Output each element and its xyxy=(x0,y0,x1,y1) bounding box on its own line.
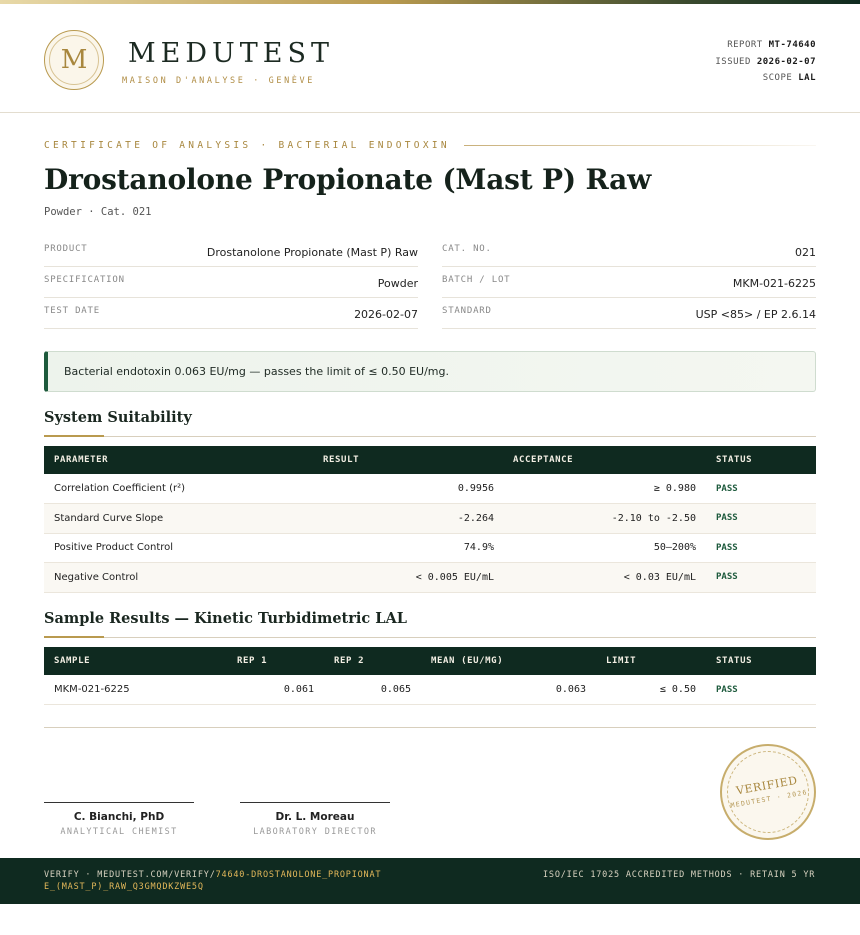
info-value: 2026-02-07 xyxy=(354,308,418,321)
info-row: CAT. NO. 021 xyxy=(442,236,816,267)
column-header: REP 2 xyxy=(324,647,421,675)
brand-logo: M xyxy=(44,30,104,90)
sample-id-cell: MKM-021-6225 xyxy=(44,675,227,705)
table-header-row: SAMPLE REP 1 REP 2 MEAN (EU/MG) LIMIT ST… xyxy=(44,647,816,675)
product-title: Drostanolone Propionate (Mast P) Raw xyxy=(44,163,652,196)
parameter-cell: Correlation Coefficient (r²) xyxy=(44,474,312,504)
suitability-title: System Suitability xyxy=(44,409,192,426)
column-header: MEAN (EU/MG) xyxy=(421,647,596,675)
info-label: STANDARD xyxy=(442,305,492,316)
column-header: PARAMETER xyxy=(44,446,312,474)
eyebrow-divider xyxy=(463,144,816,146)
product-subtitle: Powder · Cat. 021 xyxy=(44,206,152,218)
status-badge: PASS xyxy=(706,503,816,534)
info-value: USP <85> / EP 2.6.14 xyxy=(695,308,816,321)
result-cell: < 0.005 EU/mL xyxy=(312,562,504,593)
scope: SCOPE LAL xyxy=(762,73,816,83)
section-rule xyxy=(44,435,816,437)
acceptance-cell: ≥ 0.980 xyxy=(504,474,706,504)
signatory-name: C. Bianchi, PhD xyxy=(73,811,165,823)
seal-text: VERIFIED MEDUTEST · 2026 xyxy=(715,739,822,846)
result-cell: 0.9956 xyxy=(312,474,504,504)
acceptance-cell: < 0.03 EU/mL xyxy=(504,562,706,593)
info-label: CAT. NO. xyxy=(442,243,492,254)
info-label: BATCH / LOT xyxy=(442,274,511,285)
column-header: LIMIT xyxy=(596,647,706,675)
status-badge: PASS xyxy=(706,562,816,593)
result-banner: Bacterial endotoxin 0.063 EU/mg — passes… xyxy=(44,351,816,392)
column-header: STATUS xyxy=(706,446,816,474)
status-badge: PASS xyxy=(706,474,816,504)
info-row: PRODUCT Drostanolone Propionate (Mast P)… xyxy=(44,236,418,267)
column-header: RESULT xyxy=(312,446,504,474)
rep2-cell: 0.065 xyxy=(324,675,421,705)
status-badge: PASS xyxy=(706,675,816,705)
sample-results-table: SAMPLE REP 1 REP 2 MEAN (EU/MG) LIMIT ST… xyxy=(44,647,816,705)
info-value: Drostanolone Propionate (Mast P) Raw xyxy=(206,246,418,259)
verify-link[interactable]: VERIFY · MEDUTEST.COM/VERIFY/74640-DROST… xyxy=(44,869,384,893)
product-info-grid: PRODUCT Drostanolone Propionate (Mast P)… xyxy=(44,236,816,329)
status-badge: PASS xyxy=(706,533,816,563)
signature-divider xyxy=(44,727,816,728)
result-cell: 74.9% xyxy=(312,533,504,563)
table-row: Standard Curve Slope -2.264 -2.10 to -2.… xyxy=(44,503,816,534)
report-header: M MEDUTEST MAISON D'ANALYSE · GENÈVE REP… xyxy=(0,4,860,113)
info-row: STANDARD USP <85> / EP 2.6.14 xyxy=(442,298,816,329)
result-cell: -2.264 xyxy=(312,503,504,534)
verified-seal: VERIFIED MEDUTEST · 2026 xyxy=(720,744,816,840)
parameter-cell: Standard Curve Slope xyxy=(44,503,312,534)
limit-cell: ≤ 0.50 xyxy=(596,675,706,705)
brand-tagline: MAISON D'ANALYSE · GENÈVE xyxy=(122,76,315,86)
info-row: BATCH / LOT MKM-021-6225 xyxy=(442,267,816,298)
brand-name: MEDUTEST xyxy=(128,38,334,69)
signatory-role: LABORATORY DIRECTOR xyxy=(253,827,377,837)
signature-block-director: Dr. L. Moreau LABORATORY DIRECTOR xyxy=(240,802,390,837)
table-row: Correlation Coefficient (r²) 0.9956 ≥ 0.… xyxy=(44,474,816,504)
table-row: MKM-021-6225 0.061 0.065 0.063 ≤ 0.50 PA… xyxy=(44,675,816,705)
info-label: SPECIFICATION xyxy=(44,274,125,285)
column-header: STATUS xyxy=(706,647,816,675)
info-column-left: PRODUCT Drostanolone Propionate (Mast P)… xyxy=(44,236,418,329)
info-column-right: CAT. NO. 021 BATCH / LOT MKM-021-6225 ST… xyxy=(442,236,816,329)
signatory-name: Dr. L. Moreau xyxy=(275,811,355,823)
accreditation-note: ISO/IEC 17025 ACCREDITED METHODS · RETAI… xyxy=(543,870,816,880)
acceptance-cell: 50–200% xyxy=(504,533,706,563)
table-row: Negative Control < 0.005 EU/mL < 0.03 EU… xyxy=(44,562,816,593)
logo-monogram: M xyxy=(60,45,88,75)
table-row: Positive Product Control 74.9% 50–200% P… xyxy=(44,533,816,563)
info-row: SPECIFICATION Powder xyxy=(44,267,418,298)
info-row: TEST DATE 2026-02-07 xyxy=(44,298,418,329)
signatory-role: ANALYTICAL CHEMIST xyxy=(60,827,178,837)
info-value: MKM-021-6225 xyxy=(732,277,816,290)
report-meta: REPORT MT-74640 ISSUED 2026-02-07 SCOPE … xyxy=(715,37,816,87)
column-header: ACCEPTANCE xyxy=(504,446,706,474)
certificate-eyebrow: CERTIFICATE OF ANALYSIS · BACTERIAL ENDO… xyxy=(44,139,816,151)
acceptance-cell: -2.10 to -2.50 xyxy=(504,503,706,534)
parameter-cell: Positive Product Control xyxy=(44,533,312,563)
certificate-type: CERTIFICATE OF ANALYSIS · BACTERIAL ENDO… xyxy=(44,139,450,151)
section-rule xyxy=(44,636,816,638)
info-value: 021 xyxy=(795,246,816,259)
info-label: PRODUCT xyxy=(44,243,88,254)
info-label: TEST DATE xyxy=(44,305,100,316)
rep1-cell: 0.061 xyxy=(227,675,324,705)
parameter-cell: Negative Control xyxy=(44,562,312,593)
signature-block-analyst: C. Bianchi, PhD ANALYTICAL CHEMIST xyxy=(44,802,194,837)
column-header: REP 1 xyxy=(227,647,324,675)
seal-main-text: VERIFIED xyxy=(735,773,799,798)
report-number: REPORT MT-74640 xyxy=(727,40,816,50)
suitability-table: PARAMETER RESULT ACCEPTANCE STATUS Corre… xyxy=(44,446,816,593)
sample-results-title: Sample Results — Kinetic Turbidimetric L… xyxy=(44,610,407,627)
issued-date: ISSUED 2026-02-07 xyxy=(715,56,816,67)
info-value: Powder xyxy=(377,277,418,290)
seal-sub-text: MEDUTEST · 2026 xyxy=(730,788,809,810)
table-header-row: PARAMETER RESULT ACCEPTANCE STATUS xyxy=(44,446,816,474)
mean-cell: 0.063 xyxy=(421,675,596,705)
verify-prefix: VERIFY · MEDUTEST.COM/VERIFY/ xyxy=(44,870,216,880)
column-header: SAMPLE xyxy=(44,647,227,675)
report-footer: VERIFY · MEDUTEST.COM/VERIFY/74640-DROST… xyxy=(0,858,860,904)
